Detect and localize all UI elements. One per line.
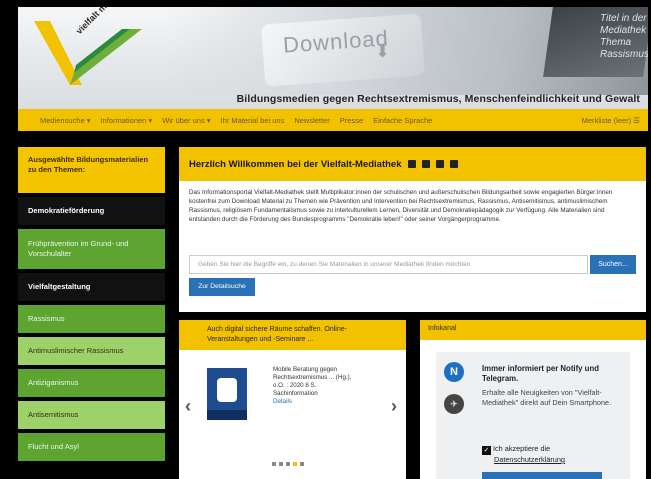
search-row: Geben Sie hier die Begriffe ein, zu dene… <box>179 255 646 274</box>
sidebar-item-antisemitismus[interactable]: Antisemitismus <box>18 401 165 429</box>
search-button[interactable]: Suchen... <box>590 255 636 274</box>
welcome-intro: Das Informationsportal Vielfalt-Mediathe… <box>189 189 613 223</box>
site-header: Download ⬇ Titel in der Mediathek Thema … <box>18 7 648 109</box>
sidebar-item-vielfaltgestaltung[interactable]: Vielfaltgestaltung <box>18 273 165 301</box>
sidebar-item-rassismus[interactable]: Rassismus <box>18 305 165 333</box>
media-title: Mobile Beratung gegen Rechtsextremismus … <box>273 366 352 381</box>
sidebar-item-demokratiefoerderung[interactable]: Demokratieförderung <box>18 197 165 225</box>
carousel-body: ‹ Mobile Beratung gegen Rechtsextremismu… <box>179 350 406 479</box>
telegram-icon[interactable]: ✈ <box>444 394 464 414</box>
privacy-link[interactable]: Datenschutzerklärung <box>482 455 565 465</box>
notify-icon[interactable]: N <box>444 362 464 382</box>
detail-search-button[interactable]: Zur Detailsuche <box>189 278 255 296</box>
carousel-dot[interactable] <box>279 462 283 466</box>
infokanal-title: Immer informiert per Notify und Telegram… <box>482 364 599 383</box>
cover-figure <box>217 378 237 402</box>
sidebar-heading: Ausgewählte Bildungsmaterialien zu den T… <box>18 147 165 193</box>
carousel-dots <box>272 462 304 466</box>
nav-informationen[interactable]: Informationen ▾ <box>100 116 152 125</box>
carousel-dot[interactable] <box>272 462 276 466</box>
nav-newsletter[interactable]: Newsletter <box>294 116 329 125</box>
carousel-dot[interactable] <box>286 462 290 466</box>
media-type: Sachinformation <box>273 390 318 397</box>
infokanal-text: Immer informiert per Notify und Telegram… <box>482 364 626 408</box>
nav-ihr-material[interactable]: Ihr Material bei uns <box>221 116 285 125</box>
carousel-next-icon[interactable]: › <box>391 396 397 417</box>
carousel-prev-icon[interactable]: ‹ <box>185 396 191 417</box>
facebook-icon[interactable] <box>407 160 416 168</box>
nav-presse[interactable]: Presse <box>340 116 363 125</box>
infokanal-subtitle: Erhalte alle Neuigkeiten von "Vielfalt-M… <box>482 388 612 407</box>
carousel-dot[interactable] <box>300 462 304 466</box>
consent-row: ✓ Ich akzeptiere die Datenschutzerklärung <box>482 444 565 465</box>
nav-einfache-sprache[interactable]: Einfache Sprache <box>373 116 432 125</box>
media-info: o.O. : 2020 8 S. <box>273 382 317 389</box>
infokanal-heading: Infokanal <box>420 320 646 340</box>
nav-wir-ueber-uns[interactable]: Wir über uns ▾ <box>162 116 210 125</box>
consent-checkbox[interactable]: ✓ <box>482 446 491 455</box>
welcome-panel: Herzlich Willkommen bei der Vielfalt-Med… <box>179 147 646 312</box>
welcome-title: Herzlich Willkommen bei der Vielfalt-Med… <box>189 158 402 170</box>
rss-icon[interactable] <box>435 160 444 168</box>
topic-sidebar: Ausgewählte Bildungsmaterialien zu den T… <box>18 147 165 479</box>
nav-mediensuche[interactable]: Mediensuche ▾ <box>40 116 90 125</box>
paper-text: Titel in der Mediathek Thema Rassismus <box>600 13 648 60</box>
site-tagline: Bildungsmedien gegen Rechtsextremismus, … <box>236 93 640 105</box>
search-input[interactable]: Geben Sie hier die Begriffe ein, zu dene… <box>189 255 588 274</box>
infokanal-box: N ✈ Immer informiert per Notify und Tele… <box>436 352 630 479</box>
sidebar-item-antiziganismus[interactable]: Antiziganismus <box>18 369 165 397</box>
welcome-title-bar: Herzlich Willkommen bei der Vielfalt-Med… <box>179 147 646 181</box>
main-nav: Mediensuche ▾ Informationen ▾ Wir über u… <box>18 109 648 131</box>
twitter-icon[interactable] <box>421 160 430 168</box>
sidebar-item-antimuslimischer-rassismus[interactable]: Antimuslimischer Rassismus <box>18 337 165 365</box>
email-icon[interactable] <box>449 160 458 168</box>
subscribe-button[interactable] <box>482 472 602 479</box>
media-meta: Mobile Beratung gegen Rechtsextremismus … <box>273 366 393 406</box>
carousel-dot-active[interactable] <box>293 462 297 466</box>
carousel-heading: Auch digital sichere Räume schaffen. Onl… <box>179 320 406 350</box>
watchlist-link[interactable]: Merkliste (leer) ☰ <box>582 116 640 125</box>
media-details-link[interactable]: Details <box>273 398 393 406</box>
infokanal-panel: Infokanal N ✈ Immer informiert per Notif… <box>420 320 646 479</box>
consent-label: Ich akzeptiere die <box>493 444 551 453</box>
media-carousel: Auch digital sichere Räume schaffen. Onl… <box>179 320 406 479</box>
sidebar-item-flucht-und-asyl[interactable]: Flucht und Asyl <box>18 433 165 461</box>
download-arrow-icon: ⬇ <box>375 41 391 61</box>
sidebar-item-fruehpraevention[interactable]: Frühprävention im Grund- und Vorschulalt… <box>18 229 165 269</box>
media-cover-image[interactable] <box>207 368 247 420</box>
cover-strip <box>207 410 247 420</box>
